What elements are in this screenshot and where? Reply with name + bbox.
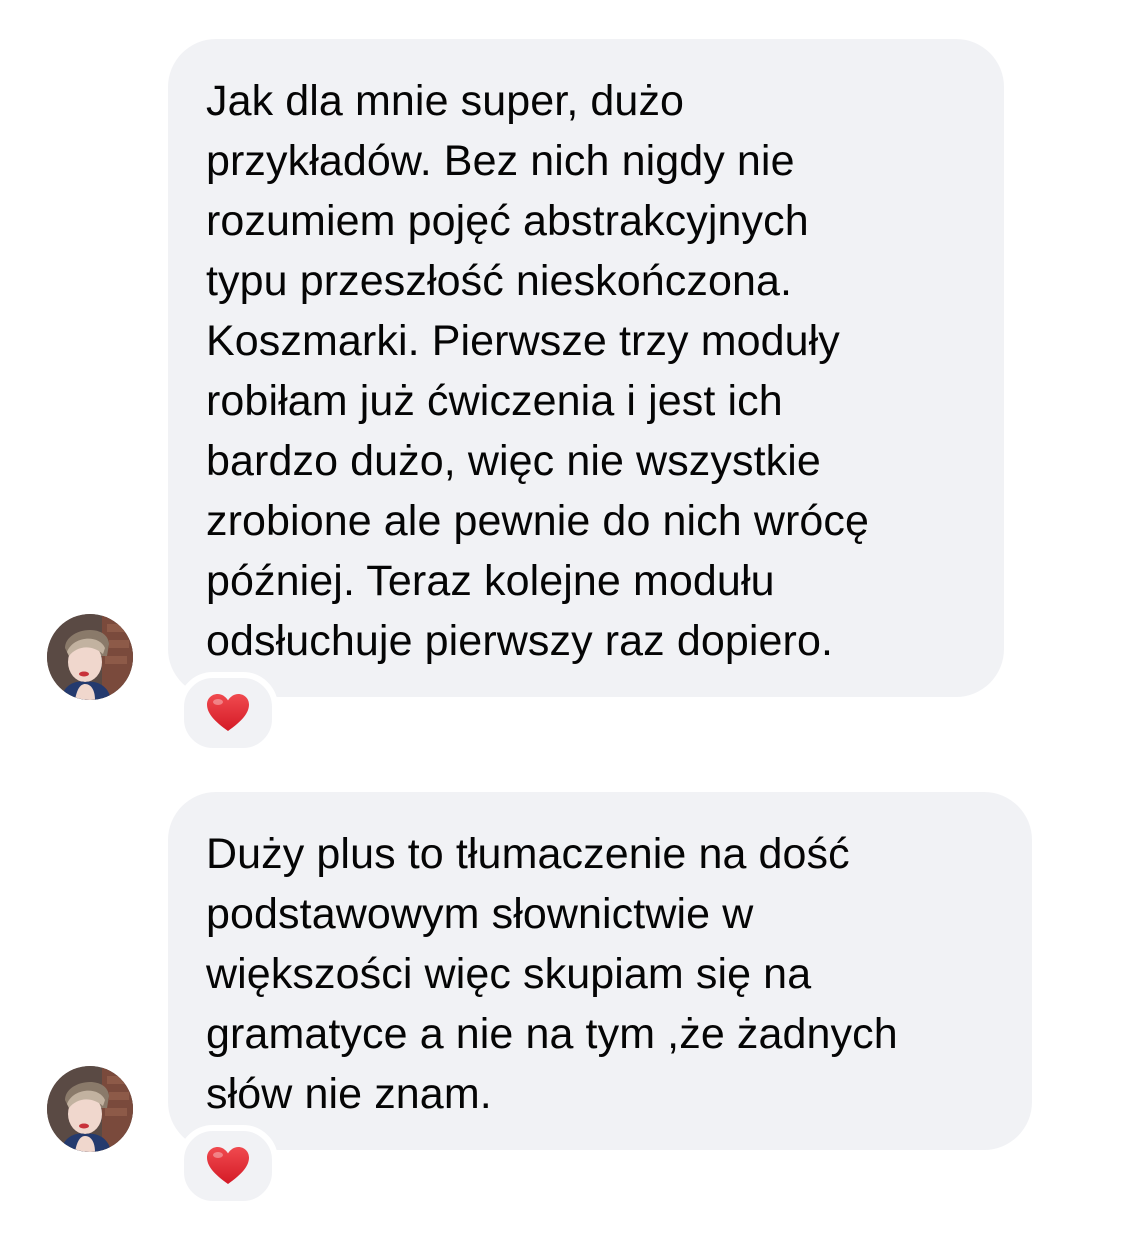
reaction-badge[interactable] <box>178 1125 278 1207</box>
message-text: Jak dla mnie super, dużo przykładów. Bez… <box>206 77 870 665</box>
red-heart-icon <box>207 1147 249 1184</box>
avatar[interactable] <box>47 614 133 700</box>
avatar[interactable] <box>47 1066 133 1152</box>
message-text: Duży plus to tłumaczenie na dość podstaw… <box>206 830 898 1118</box>
message-bubble[interactable]: Duży plus to tłumaczenie na dość podstaw… <box>168 792 1032 1150</box>
red-heart-icon <box>207 694 249 731</box>
reaction-badge[interactable] <box>178 672 278 754</box>
message-bubble[interactable]: Jak dla mnie super, dużo przykładów. Bez… <box>168 39 1004 697</box>
